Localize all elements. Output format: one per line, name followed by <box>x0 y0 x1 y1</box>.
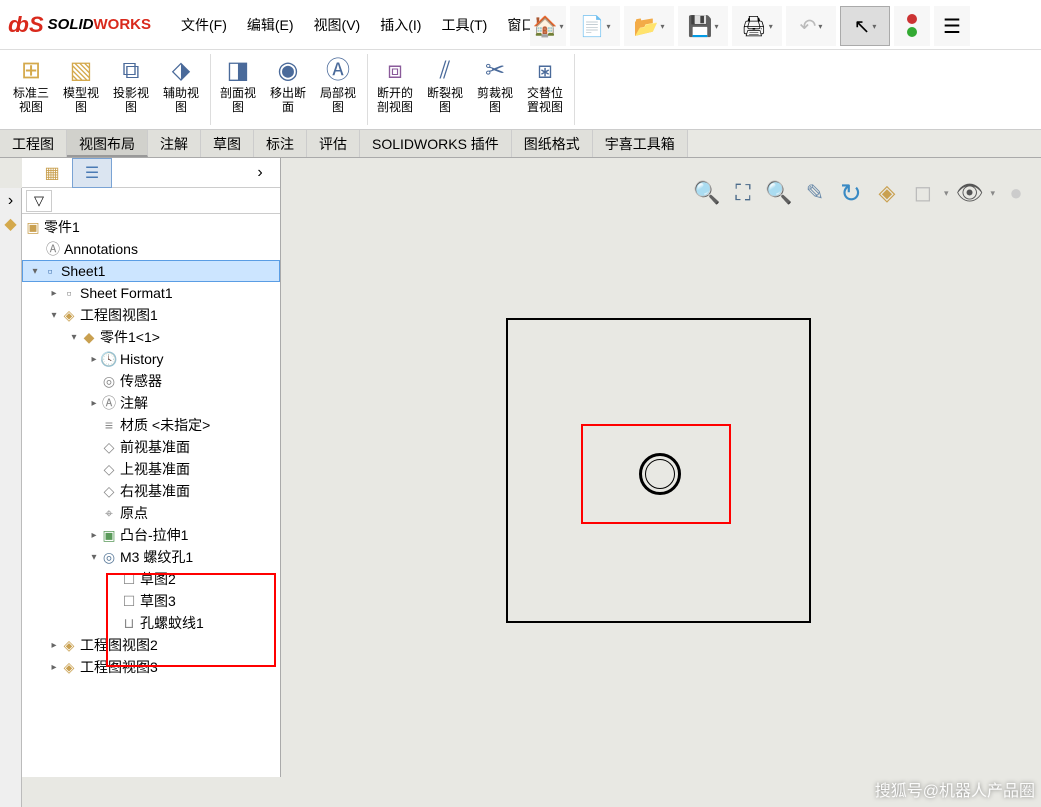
panel-tab-props[interactable]: ☰ <box>72 158 112 188</box>
tree-top[interactable]: ◇上视基准面 <box>22 458 280 480</box>
tree-material[interactable]: ≡材质 <未指定> <box>22 414 280 436</box>
zoom-fit-icon[interactable]: 🔍 <box>692 178 722 208</box>
print-button[interactable]: 🖨▾ <box>732 6 782 46</box>
tab-layout[interactable]: 视图布局 <box>67 130 148 157</box>
menu-view[interactable]: 视图(V) <box>314 15 361 35</box>
breakview-button[interactable]: ⧈断开的剖视图 <box>372 54 418 125</box>
tab-sketch[interactable]: 草图 <box>201 130 254 157</box>
brokenview-button[interactable]: ⫽断裂视图 <box>422 54 468 125</box>
select-button[interactable]: ↖▾ <box>840 6 890 46</box>
tree-part[interactable]: ▣零件1 <box>22 216 280 238</box>
ribbon: ⊞标准三视图 ▧模型视图 ⧉投影视图 ⬗辅助视图 ◨剖面视图 ◉移出断面 Ⓐ局部… <box>0 50 1041 130</box>
modelview-button[interactable]: ▧模型视图 <box>58 54 104 125</box>
tree-threadline[interactable]: ⊔孔螺蚊线1 <box>22 612 280 634</box>
panel-tab-tree[interactable]: ▦ <box>32 158 72 188</box>
tree-annot[interactable]: ▸Ⓐ注解 <box>22 392 280 414</box>
tab-dim[interactable]: 标注 <box>254 130 307 157</box>
projview-icon: ⧉ <box>122 56 139 86</box>
std3view-button[interactable]: ⊞标准三视图 <box>8 54 54 125</box>
detailview-button[interactable]: Ⓐ局部视图 <box>315 54 361 125</box>
ribbon-tabs: 工程图 视图布局 注解 草图 标注 评估 SOLIDWORKS 插件 图纸格式 … <box>0 130 1041 158</box>
quick-access-toolbar: 🏠▾ 📄▾ 📂▾ 💾▾ 🖨▾ ↶▾ ↖▾ ☰ <box>530 6 970 46</box>
open-button[interactable]: 📂▾ <box>624 6 674 46</box>
tab-addins[interactable]: SOLIDWORKS 插件 <box>360 130 512 157</box>
options-button[interactable]: ☰ <box>934 6 970 46</box>
tree-sketch3[interactable]: ☐草图3 <box>22 590 280 612</box>
panel-expand-icon[interactable]: › <box>240 158 280 188</box>
removesect-button[interactable]: ◉移出断面 <box>265 54 311 125</box>
tree-front[interactable]: ◇前视基准面 <box>22 436 280 458</box>
main-area: ▦ ☰ › ▽ ▣零件1 ⒶAnnotations ▾▫Sheet1 ▸▫She… <box>0 158 1041 777</box>
section-icon[interactable]: ✎ <box>800 178 830 208</box>
std3view-icon: ⊞ <box>21 56 41 86</box>
tree-sheet1[interactable]: ▾▫Sheet1 <box>22 260 280 282</box>
traffic-icon[interactable] <box>894 6 930 46</box>
tree-drawview2[interactable]: ▸◈工程图视图2 <box>22 634 280 656</box>
sectview-button[interactable]: ◨剖面视图 <box>215 54 261 125</box>
tree-origin[interactable]: ⌖原点 <box>22 502 280 524</box>
menu-insert[interactable]: 插入(I) <box>380 15 421 35</box>
breakview-icon: ⧈ <box>387 56 402 86</box>
tree-right[interactable]: ◇右视基准面 <box>22 480 280 502</box>
zoom-area-icon[interactable]: ⛶ <box>728 178 758 208</box>
sphere-icon[interactable]: ● <box>1001 178 1031 208</box>
tree-drawview1[interactable]: ▾◈工程图视图1 <box>22 304 280 326</box>
drawing-canvas[interactable]: 🔍 ⛶ 🔍 ✎ ↻ ◈ ◻ ▾ 👁 ▾ ● <box>281 158 1041 777</box>
rotate-icon[interactable]: ↻ <box>836 178 866 208</box>
home-button[interactable]: 🏠▾ <box>530 6 566 46</box>
expand-icon[interactable]: › <box>8 192 13 210</box>
cube-icon[interactable]: ◻ <box>908 178 938 208</box>
logo-text: SOLIDWORKS <box>48 16 151 33</box>
tree-annotations[interactable]: ⒶAnnotations <box>22 238 280 260</box>
logo-icon: ȸS <box>8 12 44 38</box>
tab-drawing[interactable]: 工程图 <box>0 130 67 157</box>
tab-eval[interactable]: 评估 <box>307 130 360 157</box>
task-pane-strip: › ◆ <box>0 188 22 807</box>
filter-row: ▽ <box>22 188 280 214</box>
modelview-icon: ▧ <box>70 56 93 86</box>
brokenview-icon: ⫽ <box>440 56 451 86</box>
part-icon[interactable]: ◆ <box>4 214 16 234</box>
sectview-icon: ◨ <box>227 56 250 86</box>
auxview-icon: ⬗ <box>172 56 190 86</box>
app-logo: ȸS SOLIDWORKS <box>8 12 151 38</box>
tree-sensors[interactable]: ◎传感器 <box>22 370 280 392</box>
panel-tabs: ▦ ☰ › <box>22 158 280 188</box>
tree-part1-1[interactable]: ▾◆零件1<1> <box>22 326 280 348</box>
altpos-icon: ⧆ <box>537 56 552 86</box>
altpos-button[interactable]: ⧆交替位置视图 <box>522 54 568 125</box>
tab-annot[interactable]: 注解 <box>148 130 201 157</box>
removesect-icon: ◉ <box>278 56 299 86</box>
menu-edit[interactable]: 编辑(E) <box>247 15 294 35</box>
tree-history[interactable]: ▸🕓History <box>22 348 280 370</box>
tab-sheetfmt[interactable]: 图纸格式 <box>512 130 593 157</box>
visibility-icon[interactable]: 👁 <box>954 178 984 208</box>
tree-drawview3[interactable]: ▸◈工程图视图3 <box>22 656 280 678</box>
menu-file[interactable]: 文件(F) <box>181 15 227 35</box>
view-toolbar: 🔍 ⛶ 🔍 ✎ ↻ ◈ ◻ ▾ 👁 ▾ ● <box>692 178 1031 208</box>
save-button[interactable]: 💾▾ <box>678 6 728 46</box>
menu-tools[interactable]: 工具(T) <box>441 15 487 35</box>
cropview-button[interactable]: ✂剪裁视图 <box>472 54 518 125</box>
hole-feature[interactable] <box>639 453 681 495</box>
filter-icon[interactable]: ▽ <box>26 190 52 212</box>
display-icon[interactable]: ◈ <box>872 178 902 208</box>
tree-sketch2[interactable]: ☐草图2 <box>22 568 280 590</box>
watermark: 搜狐号@机器人产品圈 <box>875 777 1035 801</box>
undo-button[interactable]: ↶▾ <box>786 6 836 46</box>
zoom-out-icon[interactable]: 🔍 <box>764 178 794 208</box>
tab-yuki[interactable]: 宇喜工具箱 <box>593 130 688 157</box>
detailview-icon: Ⓐ <box>326 56 350 86</box>
new-button[interactable]: 📄▾ <box>570 6 620 46</box>
cropview-icon: ✂ <box>485 56 505 86</box>
auxview-button[interactable]: ⬗辅助视图 <box>158 54 204 125</box>
projview-button[interactable]: ⧉投影视图 <box>108 54 154 125</box>
feature-tree: ▣零件1 ⒶAnnotations ▾▫Sheet1 ▸▫Sheet Forma… <box>22 214 280 777</box>
feature-tree-panel: ▦ ☰ › ▽ ▣零件1 ⒶAnnotations ▾▫Sheet1 ▸▫She… <box>22 158 281 777</box>
tree-boss[interactable]: ▸▣凸台-拉伸1 <box>22 524 280 546</box>
tree-sheetformat1[interactable]: ▸▫Sheet Format1 <box>22 282 280 304</box>
tree-m3hole[interactable]: ▾◎M3 螺纹孔1 <box>22 546 280 568</box>
